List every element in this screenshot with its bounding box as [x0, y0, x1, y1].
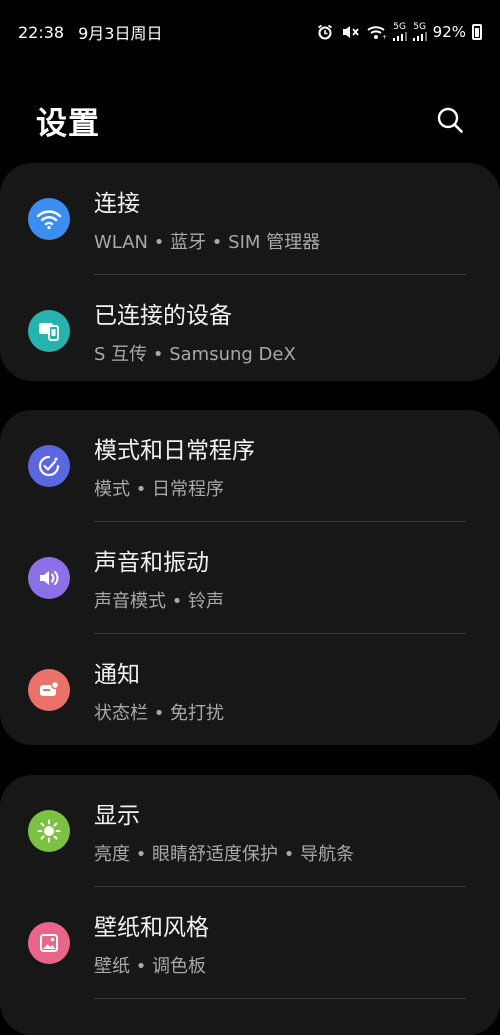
item-title: 显示	[94, 803, 140, 829]
item-subtitle: WLAN • 蓝牙 • SIM 管理器	[94, 232, 321, 253]
notification-icon	[28, 669, 70, 711]
svg-text:+: +	[382, 34, 387, 40]
page-title: 设置	[36, 105, 100, 142]
search-icon	[437, 107, 463, 133]
search-button[interactable]	[432, 102, 468, 138]
mute-icon	[341, 22, 361, 42]
settings-group-1: 连接 WLAN • 蓝牙 • SIM 管理器 已连接的设备 S 互传 • Sam…	[0, 163, 500, 381]
wallpaper-icon	[28, 922, 70, 964]
item-title: 通知	[94, 662, 140, 688]
settings-item-display[interactable]: 显示 亮度 • 眼睛舒适度保护 • 导航条	[0, 775, 500, 887]
item-subtitle: 壁纸 • 调色板	[94, 956, 207, 977]
item-title: 壁纸和风格	[94, 915, 209, 941]
settings-item-connections[interactable]: 连接 WLAN • 蓝牙 • SIM 管理器	[0, 163, 500, 275]
settings-item-wallpaper-style[interactable]: 壁纸和风格 壁纸 • 调色板	[0, 887, 500, 999]
header: 设置	[0, 90, 500, 150]
item-subtitle: 亮度 • 眼睛舒适度保护 • 导航条	[94, 844, 355, 865]
devices-icon	[28, 310, 70, 352]
item-title: 连接	[94, 191, 140, 217]
settings-item-connected-devices[interactable]: 已连接的设备 S 互传 • Samsung DeX	[0, 275, 500, 387]
battery-icon	[472, 24, 482, 40]
settings-item-sound-vibration[interactable]: 声音和振动 声音模式 • 铃声	[0, 522, 500, 634]
wifi-icon	[28, 198, 70, 240]
item-subtitle: 状态栏 • 免打扰	[94, 703, 225, 724]
item-subtitle: 声音模式 • 铃声	[94, 591, 225, 612]
settings-group-3: 显示 亮度 • 眼睛舒适度保护 • 导航条 壁纸和风格 壁纸 • 调色板	[0, 775, 500, 1035]
item-title: 已连接的设备	[94, 303, 232, 329]
alarm-icon	[315, 22, 335, 42]
item-subtitle: 模式 • 日常程序	[94, 479, 225, 500]
settings-item-notifications[interactable]: 通知 状态栏 • 免打扰	[0, 634, 500, 746]
settings-item-modes-routines[interactable]: 模式和日常程序 模式 • 日常程序	[0, 410, 500, 522]
sound-icon	[28, 557, 70, 599]
status-date: 9月3日周日	[78, 24, 163, 43]
item-subtitle: S 互传 • Samsung DeX	[94, 344, 296, 365]
status-bar: 22:38 9月3日周日 + 5G 5G 92%	[0, 0, 500, 64]
status-time: 22:38	[18, 22, 65, 42]
wifi-status-icon: +	[367, 22, 387, 42]
brightness-icon	[28, 810, 70, 852]
settings-group-2: 模式和日常程序 模式 • 日常程序 声音和振动 声音模式 • 铃声 通知 状态栏…	[0, 410, 500, 745]
item-title: 声音和振动	[94, 550, 209, 576]
signal-icon-1: 5G	[392, 23, 407, 41]
battery-percent: 92%	[432, 23, 466, 41]
signal-icon-2: 5G	[412, 23, 427, 41]
item-title: 模式和日常程序	[94, 438, 255, 464]
divider	[94, 998, 466, 999]
modes-icon	[28, 445, 70, 487]
